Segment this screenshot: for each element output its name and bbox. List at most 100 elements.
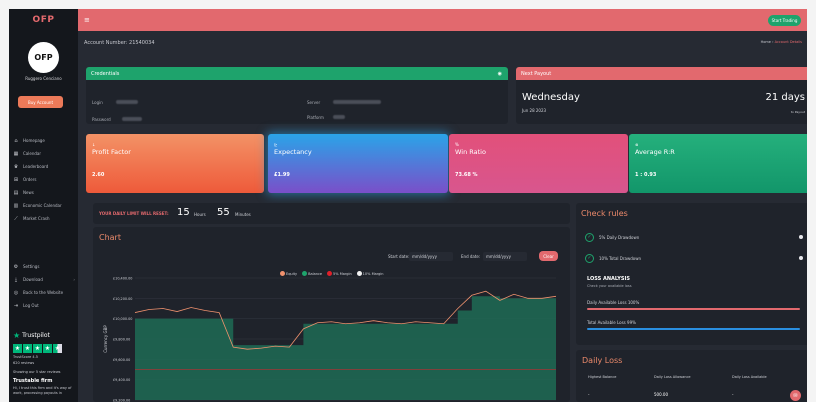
total-loss-progress-bar xyxy=(587,328,800,330)
logout-icon: ⇥ xyxy=(13,302,19,309)
sidebar-item-label: Log Out xyxy=(23,303,39,308)
rule-daily-drawdown: ✓ 5% Daily Drawdown xyxy=(585,231,803,243)
payout-card: Wednesday Jun 28 2023 21 days to Payout xyxy=(516,80,807,124)
menu-icon[interactable]: ≡ xyxy=(84,16,90,24)
check-circle-icon: ✓ xyxy=(585,253,594,263)
cart-icon: ⊞ xyxy=(13,176,19,183)
rule-label: 10% Total Drawdown xyxy=(599,255,642,261)
expectancy-card: ⊵ Expectancy £1.99 xyxy=(268,134,448,193)
sidebar-nav-main: ⌂ Homepage ▦ Calendar ♛ Leaderboard ⊞ Orders ▤ Ne… xyxy=(13,134,75,225)
sidebar-item-label: Back to the Website xyxy=(23,290,64,295)
sidebar: OFP OFP Ruggero Cenciano Buy Account ⌂ Ho… xyxy=(9,9,78,402)
trust-showing: Showing our 5 star reviews xyxy=(13,370,61,374)
trustpilot-rating-stars: ★ ★ ★ ★ ★ xyxy=(13,344,75,353)
app-frame: OFP OFP Ruggero Cenciano Buy Account ⌂ Ho… xyxy=(9,9,807,402)
chart-icon: ⟋ xyxy=(14,215,18,222)
sidebar-item-download[interactable]: ⤓ Download › xyxy=(13,273,75,286)
trustpilot-label: Trustpilot xyxy=(22,332,50,339)
star-icon: ★ xyxy=(23,344,32,353)
trust-score: TrustScore 4.5 xyxy=(13,355,38,359)
server-label: Server xyxy=(307,100,321,105)
login-label: Login xyxy=(92,100,103,105)
average-rr-card: ⊗ Average R:R 1 : 0.93 xyxy=(629,134,807,193)
sidebar-item-label: Market Crash xyxy=(23,216,50,221)
daily-loss-title: Daily Loss xyxy=(582,356,623,365)
show-password-icon[interactable]: ◉ xyxy=(498,71,502,77)
sidebar-item-label: Homepage xyxy=(23,138,45,143)
expectancy-icon: ⊵ xyxy=(274,142,278,147)
half-star-icon: ★ xyxy=(53,344,62,353)
sidebar-item-calendar[interactable]: ▦ Calendar xyxy=(13,147,75,160)
star-icon: ★ xyxy=(33,344,42,353)
stat-value: £1.99 xyxy=(274,172,290,178)
sidebar-item-economic-calendar[interactable]: ▥ Economic Calendar xyxy=(13,199,75,212)
y-tick-label: £10,200.00 xyxy=(113,297,132,301)
sidebar-item-news[interactable]: ▤ News xyxy=(13,186,75,199)
password-label: Password xyxy=(92,117,111,122)
topbar: ≡ Start Trading xyxy=(78,9,807,31)
y-tick-label: £9,800.00 xyxy=(113,338,130,342)
breadcrumb-separator: › xyxy=(772,40,774,44)
start-trading-button[interactable]: Start Trading xyxy=(768,15,801,26)
table-header: Highest Balance xyxy=(588,375,617,379)
platform-value-hidden xyxy=(333,115,345,119)
sidebar-nav-bottom: ⚙ Settings ⤓ Download › ◎ Back to the Website ⇥… xyxy=(13,260,75,312)
daily-limit-label: YOUR DAILY LIMIT WILL RESET: xyxy=(99,211,169,216)
stat-value: 2.60 xyxy=(92,172,105,178)
trustpilot-title: ★ Trustpilot xyxy=(13,331,75,340)
equity-chart: Currency GBP £10,400.00 £10,200.00 £10,000.… xyxy=(103,277,557,402)
account-number: Account Number: 21540034 xyxy=(84,40,155,46)
sidebar-item-label: Calendar xyxy=(23,151,41,156)
table-cell: - xyxy=(588,392,590,397)
star-icon: ★ xyxy=(13,344,22,353)
chat-icon[interactable]: ✉ xyxy=(790,390,801,401)
stat-label: Win Ratio xyxy=(455,148,486,156)
daily-available-loss: Daily Available Loss 100% xyxy=(587,300,640,305)
server-value-hidden xyxy=(333,100,381,104)
sidebar-item-settings[interactable]: ⚙ Settings xyxy=(13,260,75,273)
trustpilot-widget[interactable]: ★ Trustpilot ★ ★ ★ ★ ★ TrustScore 4.5 62… xyxy=(13,331,75,395)
breadcrumb: Home › Account Details xyxy=(761,40,802,44)
info-icon[interactable] xyxy=(799,235,803,239)
win-ratio-icon: % xyxy=(455,142,459,147)
login-value-hidden xyxy=(116,100,138,104)
sidebar-item-label: Economic Calendar xyxy=(23,203,62,208)
sidebar-item-market-crash[interactable]: ⟋ Market Crash xyxy=(13,212,75,225)
avatar[interactable]: OFP xyxy=(28,42,59,73)
trust-review-title: Trustable firm xyxy=(13,378,53,384)
credentials-header: Credentials ◉ xyxy=(86,67,508,80)
trust-review-text: Hi, I trust this firm and it's way of wo… xyxy=(13,386,72,395)
sidebar-item-log-out[interactable]: ⇥ Log Out xyxy=(13,299,75,312)
brand-logo[interactable]: OFP xyxy=(9,9,78,31)
stat-value: 1 : 0.93 xyxy=(635,172,657,178)
stat-label: Expectancy xyxy=(274,148,312,156)
payout-countdown-label: to Payout xyxy=(790,110,805,114)
sidebar-item-homepage[interactable]: ⌂ Homepage xyxy=(13,134,75,147)
average-rr-icon: ⊗ xyxy=(635,142,639,147)
y-tick-label: £9,200.00 xyxy=(113,399,130,402)
check-circle-icon: ✓ xyxy=(585,232,594,242)
profit-factor-card: ↓ Profit Factor 2.60 xyxy=(86,134,264,193)
buy-account-button[interactable]: Buy Account xyxy=(18,96,63,108)
check-rules-title: Check rules xyxy=(581,209,628,218)
trust-reviews[interactable]: 620 reviews xyxy=(13,361,75,365)
calendar-icon: ▦ xyxy=(13,150,19,157)
check-rules-panel: Check rules ✓ 5% Daily Drawdown ✓ 10% To… xyxy=(576,203,807,345)
sidebar-item-back-to-the-website[interactable]: ◎ Back to the Website xyxy=(13,286,75,299)
y-axis-label: Currency GBP xyxy=(103,325,108,353)
credentials-card: Login Password Server Platform xyxy=(86,80,508,124)
info-icon[interactable] xyxy=(799,256,803,260)
economic-calendar-icon: ▥ xyxy=(13,202,19,209)
trophy-icon: ♛ xyxy=(13,163,19,170)
news-icon: ▤ xyxy=(13,189,19,196)
breadcrumb-current: Account Details xyxy=(774,40,802,44)
breadcrumb-home[interactable]: Home xyxy=(761,40,771,44)
sidebar-item-orders[interactable]: ⊞ Orders xyxy=(13,173,75,186)
y-tick-label: £10,000.00 xyxy=(113,317,132,321)
sidebar-item-leaderboard[interactable]: ♛ Leaderboard xyxy=(13,160,75,173)
loss-analysis-title: LOSS ANALYSIS xyxy=(587,276,630,282)
table-header: Daily Loss Available xyxy=(732,375,767,379)
payout-header: Next Payout xyxy=(516,67,807,80)
rule-total-drawdown: ✓ 10% Total Drawdown xyxy=(585,252,803,264)
rule-label: 5% Daily Drawdown xyxy=(599,234,640,240)
